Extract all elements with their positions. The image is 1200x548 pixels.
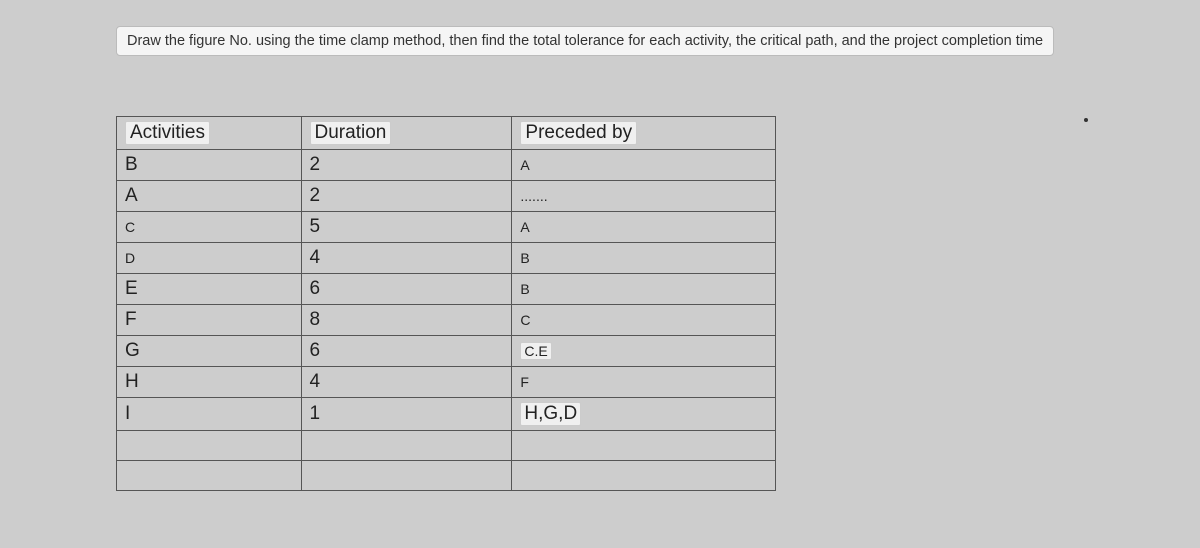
table-row: H4F — [117, 367, 776, 398]
header-duration: Duration — [301, 117, 512, 150]
cell-activity — [117, 461, 302, 491]
cell-preceded — [512, 431, 776, 461]
table-row: A2....... — [117, 181, 776, 212]
table-row: G6C.E — [117, 336, 776, 367]
cell-activity: F — [117, 305, 302, 336]
cell-activity — [117, 431, 302, 461]
prompt-text: Draw the figure No. using the time clamp… — [116, 26, 1054, 56]
header-preceded: Preceded by — [512, 117, 776, 150]
cell-duration: 1 — [301, 398, 512, 431]
cell-duration: 2 — [301, 181, 512, 212]
cell-preceded: ....... — [512, 181, 776, 212]
table-row: D4B — [117, 243, 776, 274]
cell-preceded: F — [512, 367, 776, 398]
cell-preceded: A — [512, 150, 776, 181]
table-row: F8C — [117, 305, 776, 336]
table-row: B2A — [117, 150, 776, 181]
cell-activity: C — [117, 212, 302, 243]
header-activities: Activities — [117, 117, 302, 150]
cell-duration — [301, 431, 512, 461]
cell-activity: I — [117, 398, 302, 431]
cell-preceded: H,G,D — [512, 398, 776, 431]
cell-duration: 5 — [301, 212, 512, 243]
activities-table: Activities Duration Preceded by B2AA2...… — [116, 116, 776, 491]
decorative-dot — [1084, 118, 1088, 122]
cell-preceded: C.E — [512, 336, 776, 367]
cell-activity: A — [117, 181, 302, 212]
cell-activity: D — [117, 243, 302, 274]
table-row — [117, 461, 776, 491]
cell-duration: 2 — [301, 150, 512, 181]
cell-duration: 4 — [301, 243, 512, 274]
cell-preceded: C — [512, 305, 776, 336]
table-row: I1H,G,D — [117, 398, 776, 431]
cell-preceded — [512, 461, 776, 491]
cell-activity: H — [117, 367, 302, 398]
table-row — [117, 431, 776, 461]
cell-activity: G — [117, 336, 302, 367]
cell-preceded: B — [512, 274, 776, 305]
cell-duration: 8 — [301, 305, 512, 336]
cell-preceded: B — [512, 243, 776, 274]
table-row: E6B — [117, 274, 776, 305]
cell-duration: 4 — [301, 367, 512, 398]
cell-activity: E — [117, 274, 302, 305]
cell-duration: 6 — [301, 274, 512, 305]
table-row: C5A — [117, 212, 776, 243]
activities-table-container: Activities Duration Preceded by B2AA2...… — [116, 116, 776, 491]
cell-preceded: A — [512, 212, 776, 243]
cell-duration — [301, 461, 512, 491]
cell-activity: B — [117, 150, 302, 181]
table-header-row: Activities Duration Preceded by — [117, 117, 776, 150]
cell-duration: 6 — [301, 336, 512, 367]
